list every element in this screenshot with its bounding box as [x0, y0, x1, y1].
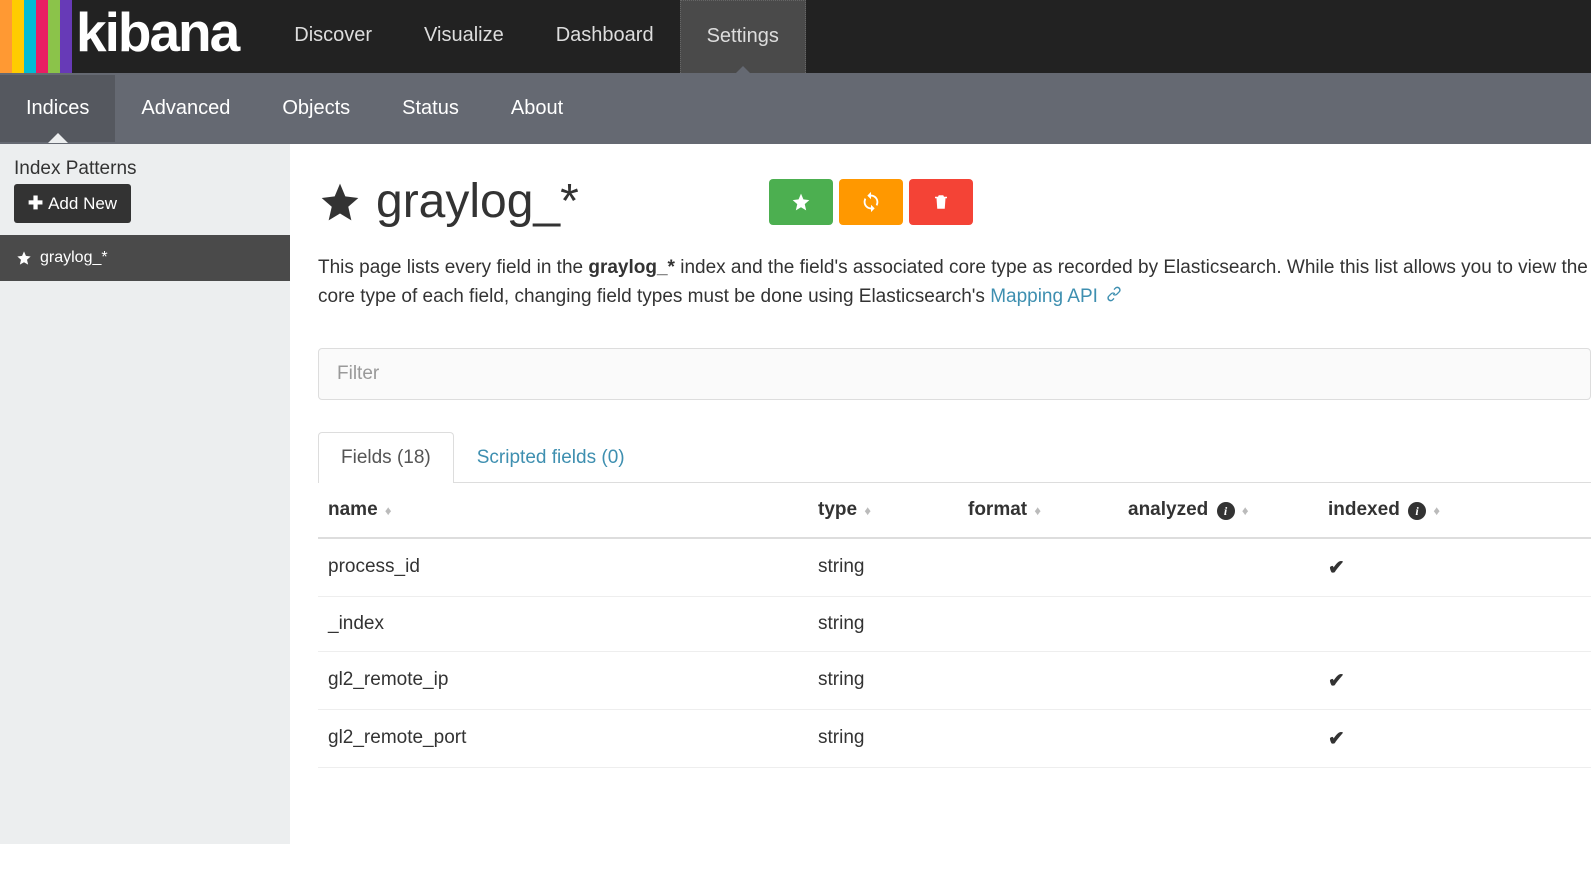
col-format[interactable]: format ♦ — [958, 483, 1118, 538]
sub-nav-status[interactable]: Status — [376, 75, 485, 142]
cell-format — [958, 596, 1118, 651]
logo-stripes — [0, 0, 72, 73]
logo-stripe — [48, 0, 60, 73]
desc-prefix: This page lists every field in the — [318, 257, 588, 278]
logo-stripe — [12, 0, 24, 73]
check-icon: ✔ — [1328, 670, 1345, 692]
sort-icon: ♦ — [864, 503, 871, 518]
cell-type: string — [808, 651, 958, 709]
sidebar-header-label: Index Patterns — [14, 158, 276, 180]
main-content: graylog_* — [290, 144, 1591, 844]
top-nav-items: DiscoverVisualizeDashboardSettings — [268, 0, 806, 73]
refresh-icon — [860, 191, 882, 213]
table-row[interactable]: process_idstring ✔ — [318, 538, 1591, 597]
cell-analyzed — [1118, 596, 1318, 651]
cell-analyzed — [1118, 651, 1318, 709]
info-icon: i — [1408, 502, 1426, 520]
cell-format — [958, 651, 1118, 709]
sidebar: Index Patterns ✚ Add New graylog_* — [0, 144, 290, 844]
cell-indexed — [1318, 596, 1591, 651]
sub-nav: IndicesAdvancedObjectsStatusAbout — [0, 73, 1591, 144]
check-icon: ✔ — [1328, 728, 1345, 750]
top-nav-visualize[interactable]: Visualize — [398, 0, 530, 73]
cell-indexed: ✔ — [1318, 651, 1591, 709]
sidebar-pattern-item[interactable]: graylog_* — [0, 235, 290, 281]
logo-text: kibana — [72, 0, 248, 73]
table-row[interactable]: _indexstring — [318, 596, 1591, 651]
top-nav-dashboard[interactable]: Dashboard — [530, 0, 680, 73]
set-default-button[interactable] — [769, 179, 833, 225]
top-nav-settings[interactable]: Settings — [680, 0, 806, 73]
add-new-label: Add New — [48, 194, 117, 214]
sub-nav-objects[interactable]: Objects — [256, 75, 376, 142]
filter-input[interactable] — [318, 348, 1591, 400]
sort-icon: ♦ — [385, 503, 392, 518]
col-indexed[interactable]: indexed i ♦ — [1318, 483, 1591, 538]
logo-stripe — [60, 0, 72, 73]
field-tabs: Fields (18) Scripted fields (0) — [318, 432, 1591, 483]
cell-indexed: ✔ — [1318, 709, 1591, 767]
cell-format — [958, 538, 1118, 597]
desc-bold: graylog_* — [588, 257, 675, 278]
link-icon — [1106, 286, 1122, 302]
delete-button[interactable] — [909, 179, 973, 225]
cell-type: string — [808, 596, 958, 651]
table-row[interactable]: gl2_remote_portstring ✔ — [318, 709, 1591, 767]
table-row[interactable]: gl2_remote_ipstring ✔ — [318, 651, 1591, 709]
cell-format — [958, 709, 1118, 767]
sub-nav-advanced[interactable]: Advanced — [115, 75, 256, 142]
plus-icon: ✚ — [28, 193, 43, 214]
star-icon — [318, 180, 362, 224]
col-analyzed[interactable]: analyzed i ♦ — [1118, 483, 1318, 538]
col-type[interactable]: type ♦ — [808, 483, 958, 538]
cell-type: string — [808, 709, 958, 767]
trash-icon — [932, 192, 950, 212]
mapping-api-link[interactable]: Mapping API — [990, 286, 1098, 307]
star-icon — [16, 250, 32, 266]
tab-scripted-fields[interactable]: Scripted fields (0) — [454, 432, 648, 483]
info-icon: i — [1217, 502, 1235, 520]
cell-name: _index — [318, 596, 808, 651]
sort-icon: ♦ — [1433, 503, 1440, 518]
add-new-button[interactable]: ✚ Add New — [14, 184, 131, 223]
col-name[interactable]: name ♦ — [318, 483, 808, 538]
page-title-text: graylog_* — [376, 174, 579, 229]
logo-stripe — [0, 0, 12, 73]
page-description: This page lists every field in the grayl… — [318, 253, 1591, 312]
top-nav: kibana DiscoverVisualizeDashboardSetting… — [0, 0, 1591, 73]
sidebar-header-area: Index Patterns ✚ Add New — [0, 144, 290, 235]
action-buttons — [769, 179, 973, 225]
fields-table: name ♦ type ♦ format ♦ analyzed i ♦ — [318, 483, 1591, 768]
cell-indexed: ✔ — [1318, 538, 1591, 597]
refresh-button[interactable] — [839, 179, 903, 225]
cell-analyzed — [1118, 538, 1318, 597]
star-icon — [791, 192, 811, 212]
tab-fields[interactable]: Fields (18) — [318, 432, 454, 483]
sub-nav-about[interactable]: About — [485, 75, 589, 142]
cell-name: gl2_remote_ip — [318, 651, 808, 709]
sort-icon: ♦ — [1034, 503, 1041, 518]
sort-icon: ♦ — [1242, 503, 1249, 518]
pattern-label: graylog_* — [40, 249, 108, 267]
page-title: graylog_* — [318, 174, 579, 229]
logo-stripe — [24, 0, 36, 73]
logo-stripe — [36, 0, 48, 73]
cell-name: process_id — [318, 538, 808, 597]
top-nav-discover[interactable]: Discover — [268, 0, 398, 73]
page-title-row: graylog_* — [318, 174, 1591, 229]
sub-nav-indices[interactable]: Indices — [0, 75, 115, 142]
check-icon: ✔ — [1328, 557, 1345, 579]
cell-name: gl2_remote_port — [318, 709, 808, 767]
cell-analyzed — [1118, 709, 1318, 767]
cell-type: string — [808, 538, 958, 597]
